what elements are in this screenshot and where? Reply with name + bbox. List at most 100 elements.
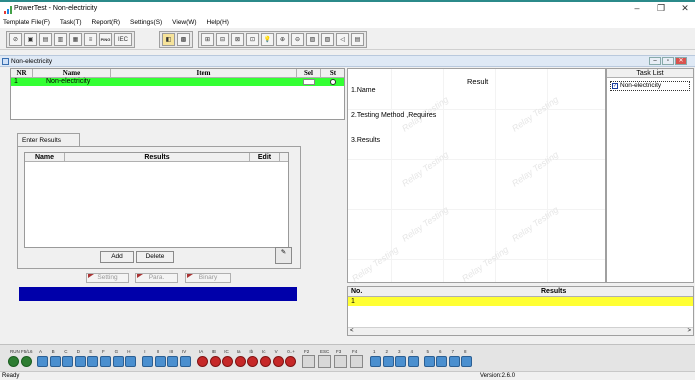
setting-label: Setting bbox=[97, 274, 118, 281]
para-button[interactable]: Para. bbox=[135, 273, 178, 283]
menu-task[interactable]: Task(T) bbox=[60, 18, 82, 28]
channel-button[interactable] bbox=[209, 356, 221, 367]
scroll-right-icon[interactable]: > bbox=[687, 328, 691, 334]
number-key-button[interactable] bbox=[382, 356, 394, 367]
close-button[interactable]: ✕ bbox=[677, 3, 693, 14]
setting-button[interactable]: Setting bbox=[86, 273, 129, 283]
col-nr[interactable]: NR bbox=[11, 69, 33, 78]
number-key-button[interactable] bbox=[448, 356, 460, 367]
channel-button[interactable] bbox=[142, 356, 154, 367]
number-key-button[interactable] bbox=[436, 356, 447, 367]
col-no[interactable]: No. bbox=[351, 287, 362, 297]
number-key-button[interactable] bbox=[423, 356, 435, 367]
run-step-button[interactable] bbox=[21, 356, 32, 367]
channel-button[interactable] bbox=[272, 356, 284, 367]
channel-button[interactable] bbox=[167, 356, 179, 367]
menu-report[interactable]: Report(R) bbox=[92, 18, 121, 28]
channel-label: Ic bbox=[262, 349, 266, 354]
scroll-left-icon[interactable]: < bbox=[350, 328, 354, 334]
zoom-out-icon[interactable]: ⊖ bbox=[291, 33, 304, 46]
channel-button[interactable] bbox=[234, 356, 246, 367]
image-icon[interactable]: ▨ bbox=[306, 33, 319, 46]
channel-button[interactable] bbox=[74, 356, 86, 367]
iec-button[interactable]: IEC bbox=[114, 33, 132, 46]
table-row[interactable]: 1 bbox=[348, 297, 693, 306]
doc-minimize-button[interactable]: – bbox=[649, 57, 661, 65]
chart-icon[interactable]: ⊞ bbox=[201, 33, 214, 46]
menu-help[interactable]: Help(H) bbox=[207, 18, 229, 28]
channel-button[interactable] bbox=[154, 356, 166, 367]
export-icon[interactable]: ⊡ bbox=[246, 33, 259, 46]
task-item[interactable]: ✓ Non-electricity bbox=[610, 81, 690, 91]
table-row[interactable]: 1 Non-electricity bbox=[11, 78, 344, 86]
maximize-button[interactable]: ❐ bbox=[653, 3, 669, 14]
menu-template-file[interactable]: Template File(F) bbox=[3, 18, 50, 28]
channel-button[interactable] bbox=[180, 356, 191, 367]
channel-button[interactable] bbox=[260, 356, 271, 367]
table-icon[interactable]: ⊟ bbox=[216, 33, 229, 46]
select-checkbox[interactable] bbox=[303, 79, 315, 85]
number-key-button[interactable] bbox=[395, 356, 406, 367]
delete-button[interactable]: Delete bbox=[136, 251, 174, 263]
number-key-button[interactable] bbox=[461, 356, 472, 367]
ping-icon[interactable]: PING bbox=[99, 33, 112, 46]
menu-settings[interactable]: Settings(S) bbox=[130, 18, 162, 28]
col-results[interactable]: Results bbox=[541, 287, 566, 297]
calculator-icon[interactable]: ▩ bbox=[177, 33, 190, 46]
function-key-button[interactable] bbox=[334, 355, 347, 368]
lightbulb-icon[interactable]: 💡 bbox=[261, 33, 274, 46]
zoom-in-icon[interactable]: ⊕ bbox=[276, 33, 289, 46]
function-key-button[interactable] bbox=[318, 355, 331, 368]
panel-icon[interactable]: ▤ bbox=[351, 33, 364, 46]
horizontal-scrollbar[interactable]: < > bbox=[348, 327, 693, 335]
channel-label: IB bbox=[211, 349, 216, 354]
back-icon[interactable]: ◁ bbox=[336, 33, 349, 46]
menu-view[interactable]: View(W) bbox=[172, 18, 196, 28]
clipboard-icon[interactable]: ▥ bbox=[54, 33, 67, 46]
gallery-icon[interactable]: ▧ bbox=[321, 33, 334, 46]
col-results[interactable]: Results bbox=[65, 153, 250, 162]
col-name[interactable]: Name bbox=[33, 69, 111, 78]
document-icon[interactable]: ▤ bbox=[39, 33, 52, 46]
function-key-button[interactable] bbox=[302, 355, 315, 368]
task-list-pane: Task List ✓ Non-electricity bbox=[606, 68, 694, 283]
col-sel[interactable]: Sel bbox=[297, 69, 321, 78]
channel-button[interactable] bbox=[100, 356, 111, 367]
add-button[interactable]: Add bbox=[100, 251, 134, 263]
function-key-label: F2 bbox=[304, 349, 310, 354]
channel-label: II bbox=[156, 349, 160, 354]
channel-button[interactable] bbox=[87, 356, 99, 367]
list-icon[interactable]: ≡ bbox=[84, 33, 97, 46]
tab-enter-results[interactable]: Enter Results bbox=[17, 133, 80, 147]
binary-button[interactable]: Binary bbox=[185, 273, 231, 283]
col-item[interactable]: Item bbox=[111, 69, 297, 78]
channel-button[interactable] bbox=[197, 356, 208, 367]
book-icon[interactable]: ◧ bbox=[162, 33, 175, 46]
doc-restore-button[interactable]: ▫ bbox=[662, 57, 674, 65]
row-no: 1 bbox=[351, 298, 355, 305]
document-window-header: Non-electricity bbox=[0, 55, 695, 67]
run-button[interactable] bbox=[8, 356, 19, 367]
function-key-button[interactable] bbox=[350, 355, 363, 368]
task-checkbox[interactable]: ✓ bbox=[612, 83, 618, 89]
grid-icon[interactable]: ▦ bbox=[69, 33, 82, 46]
status-text: Ready bbox=[2, 373, 20, 379]
channel-button[interactable] bbox=[62, 356, 74, 367]
minimize-button[interactable]: – bbox=[629, 3, 645, 13]
col-name[interactable]: Name bbox=[25, 153, 65, 162]
col-st[interactable]: St bbox=[321, 69, 345, 78]
connect-icon[interactable]: ⊘ bbox=[9, 33, 22, 46]
channel-button[interactable] bbox=[125, 356, 137, 367]
number-key-button[interactable] bbox=[407, 356, 419, 367]
channel-button[interactable] bbox=[112, 356, 124, 367]
channel-button[interactable] bbox=[37, 356, 48, 367]
flag-icon bbox=[187, 274, 193, 278]
col-edit[interactable]: Edit bbox=[250, 153, 280, 162]
doc-close-button[interactable]: ✕ bbox=[675, 57, 687, 65]
channel-button[interactable] bbox=[49, 356, 61, 367]
number-key-button[interactable] bbox=[370, 356, 381, 367]
report-icon[interactable]: ⊠ bbox=[231, 33, 244, 46]
open-icon[interactable]: ▣ bbox=[24, 33, 37, 46]
edit-notes-icon[interactable]: ✎ bbox=[275, 247, 292, 264]
iec-label: IEC bbox=[117, 36, 128, 43]
